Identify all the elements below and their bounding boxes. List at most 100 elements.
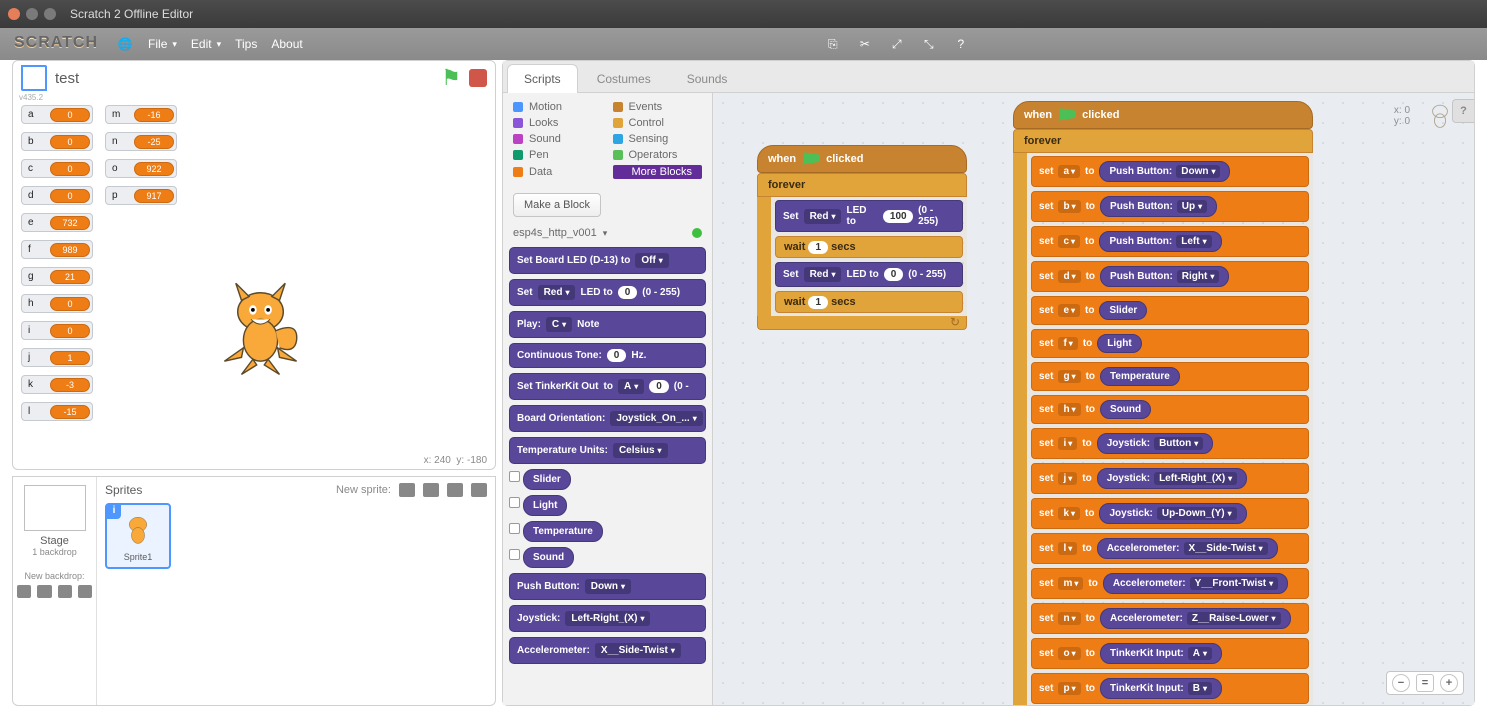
set-variable-block[interactable]: setptoTinkerKit Input: B [1031, 673, 1309, 704]
forever-block[interactable]: forever [757, 173, 967, 197]
sprite-info-icon[interactable]: i [107, 505, 121, 519]
zoom-reset-icon[interactable]: = [1416, 674, 1434, 692]
tab-sounds[interactable]: Sounds [670, 64, 745, 93]
category-sensing[interactable]: Sensing [613, 133, 703, 145]
set-variable-block[interactable]: setgtoTemperature [1031, 362, 1309, 391]
camera-icon[interactable] [78, 585, 92, 598]
palette-block[interactable]: Board Orientation:Joystick_On_... [509, 405, 706, 432]
category-data[interactable]: Data [513, 165, 603, 179]
globe-icon[interactable]: 🌐 [116, 35, 134, 53]
set-variable-block[interactable]: setltoAccelerometer: X__Side-Twist [1031, 533, 1309, 564]
variable-monitor[interactable]: g21 [21, 267, 93, 286]
sprite-library-icon[interactable] [399, 483, 415, 497]
wait-block[interactable]: wait 1 secs [775, 291, 963, 313]
set-variable-block[interactable]: setntoAccelerometer: Z__Raise-Lower [1031, 603, 1309, 634]
set-variable-block[interactable]: setjtoJoystick: Left-Right_(X) [1031, 463, 1309, 494]
variable-monitor[interactable]: f989 [21, 240, 93, 259]
menu-about[interactable]: About [271, 37, 302, 51]
stop-icon[interactable] [469, 69, 487, 87]
library-icon[interactable] [17, 585, 31, 598]
set-variable-block[interactable]: setdtoPush Button: Right [1031, 261, 1309, 292]
set-variable-block[interactable]: setbtoPush Button: Up [1031, 191, 1309, 222]
set-variable-block[interactable]: sethtoSound [1031, 395, 1309, 424]
fullscreen-icon[interactable] [21, 65, 47, 91]
set-variable-block[interactable]: setitoJoystick: Button [1031, 428, 1309, 459]
category-pen[interactable]: Pen [513, 149, 603, 161]
variable-monitor[interactable]: h0 [21, 294, 93, 313]
sprite-tile[interactable]: i Sprite1 [105, 503, 171, 569]
checkbox[interactable] [509, 523, 520, 534]
scratch-logo[interactable]: SCRATCH [10, 33, 102, 55]
category-control[interactable]: Control [613, 117, 703, 129]
forever-block[interactable]: forever [1013, 129, 1313, 153]
tab-costumes[interactable]: Costumes [580, 64, 668, 93]
stage-thumbnail[interactable]: Stage 1 backdrop New backdrop: [13, 477, 97, 705]
variable-monitor[interactable]: b0 [21, 132, 93, 151]
checkbox[interactable] [509, 549, 520, 560]
set-variable-block[interactable]: setotoTinkerKit Input: A [1031, 638, 1309, 669]
set-variable-block[interactable]: setetoSlider [1031, 296, 1309, 325]
checkbox[interactable] [509, 471, 520, 482]
sprite-camera-icon[interactable] [471, 483, 487, 497]
sprite-paint-icon[interactable] [423, 483, 439, 497]
set-variable-block[interactable]: setatoPush Button: Down [1031, 156, 1309, 187]
palette-block[interactable]: Continuous Tone:0Hz. [509, 343, 706, 368]
category-more blocks[interactable]: More Blocks [613, 165, 703, 179]
variable-monitor[interactable]: m-16 [105, 105, 177, 124]
zoom-out-icon[interactable]: − [1392, 674, 1410, 692]
variable-monitor[interactable]: o922 [105, 159, 177, 178]
variable-monitor[interactable]: d0 [21, 186, 93, 205]
project-title[interactable]: test [55, 70, 79, 87]
set-led-block[interactable]: SetRed LED to100 (0 - 255) [775, 200, 963, 232]
checkbox[interactable] [509, 497, 520, 508]
paint-icon[interactable] [37, 585, 51, 598]
set-variable-block[interactable]: setktoJoystick: Up-Down_(Y) [1031, 498, 1309, 529]
set-led-block[interactable]: SetRed LED to0 (0 - 255) [775, 262, 963, 287]
scripts-canvas[interactable]: ? x: 0 y: 0 whenclicked forever [713, 93, 1474, 705]
palette-block[interactable]: SetRedLED to0(0 - 255) [509, 279, 706, 306]
wait-block[interactable]: wait 1 secs [775, 236, 963, 258]
variable-monitor[interactable]: i0 [21, 321, 93, 340]
minimize-icon[interactable] [26, 8, 38, 20]
shrink-icon[interactable]: ⤡ [920, 35, 938, 53]
sprite-upload-icon[interactable] [447, 483, 463, 497]
upload-icon[interactable] [58, 585, 72, 598]
hat-when-flag-clicked[interactable]: whenclicked [1013, 101, 1313, 129]
grow-icon[interactable]: ⤢ [888, 35, 906, 53]
palette-reporter[interactable]: Light [509, 495, 706, 516]
variable-monitor[interactable]: a0 [21, 105, 93, 124]
menu-tips[interactable]: Tips [235, 37, 257, 51]
palette-block[interactable]: Set Board LED (D-13) toOff [509, 247, 706, 274]
set-variable-block[interactable]: setftoLight [1031, 329, 1309, 358]
palette-reporter[interactable]: Sound [509, 547, 706, 568]
variable-monitor[interactable]: p917 [105, 186, 177, 205]
green-flag-icon[interactable]: ⚑ [441, 65, 461, 91]
close-icon[interactable] [8, 8, 20, 20]
category-operators[interactable]: Operators [613, 149, 703, 161]
script-stack-a[interactable]: whenclicked forever SetRed LED to100 (0 … [757, 145, 967, 330]
menu-edit[interactable]: Edit [191, 37, 221, 51]
palette-block[interactable]: Joystick:Left-Right_(X) [509, 605, 706, 632]
make-block-button[interactable]: Make a Block [513, 193, 601, 217]
variable-monitor[interactable]: j1 [21, 348, 93, 367]
set-variable-block[interactable]: setctoPush Button: Left [1031, 226, 1309, 257]
script-stack-b[interactable]: whenclicked forever setatoPush Button: D… [1013, 101, 1313, 705]
maximize-icon[interactable] [44, 8, 56, 20]
variable-monitor[interactable]: n-25 [105, 132, 177, 151]
category-looks[interactable]: Looks [513, 117, 603, 129]
variable-monitor[interactable]: c0 [21, 159, 93, 178]
category-events[interactable]: Events [613, 101, 703, 113]
palette-reporter[interactable]: Temperature [509, 521, 706, 542]
palette-block[interactable]: Temperature Units:Celsius [509, 437, 706, 464]
palette-block[interactable]: Accelerometer:X__Side-Twist [509, 637, 706, 664]
palette-block[interactable]: Push Button:Down [509, 573, 706, 600]
sprite-preview[interactable] [213, 271, 308, 381]
variable-monitor[interactable]: e732 [21, 213, 93, 232]
delete-icon[interactable]: ✂ [856, 35, 874, 53]
category-sound[interactable]: Sound [513, 133, 603, 145]
set-variable-block[interactable]: setmtoAccelerometer: Y__Front-Twist [1031, 568, 1309, 599]
palette-reporter[interactable]: Slider [509, 469, 706, 490]
category-motion[interactable]: Motion [513, 101, 603, 113]
extension-row[interactable]: esp4s_http_v001▾ [503, 223, 712, 243]
duplicate-icon[interactable]: ⎘ [824, 35, 842, 53]
